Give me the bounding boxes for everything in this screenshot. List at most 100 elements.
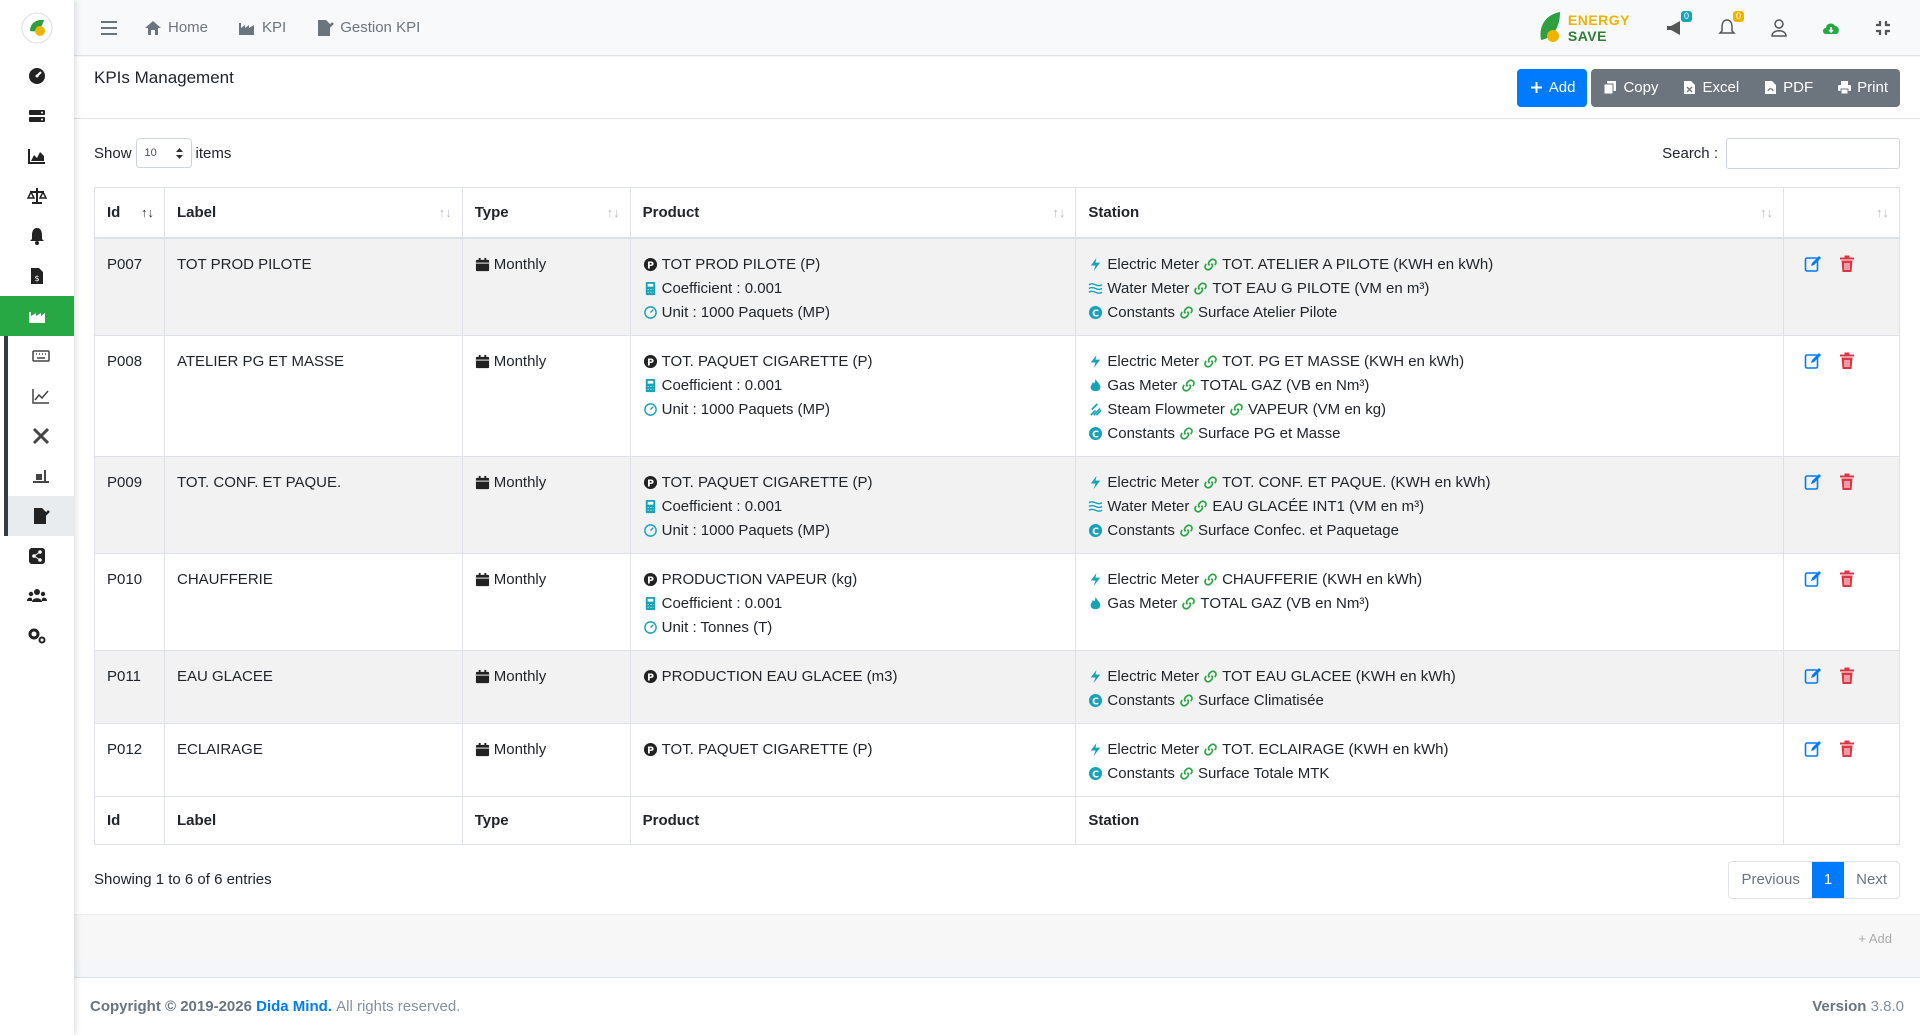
sidebar-subitem-gestion-kpi[interactable] [4,496,74,536]
sidebar-subitem-line-chart[interactable] [4,376,74,416]
sidebar-item-invoices[interactable]: $ [0,256,74,296]
nav-link-home[interactable]: Home [144,19,208,37]
edit-icon[interactable] [1804,352,1822,370]
tachometer-icon [643,403,657,416]
column-header-product[interactable]: Product ↑↓ [629,187,1077,239]
sidebar-item-alerts[interactable] [0,216,74,256]
fullscreen-button[interactable] [1872,17,1894,39]
cloud-download-icon [1823,23,1839,34]
sort-icon: ↑↓ [1876,205,1889,220]
cell-label: ATELIER PG ET MASSE [163,334,463,457]
company-link[interactable]: Dida Mind. [256,998,332,1015]
table-row: P011 EAU GLACEE Monthly P PRODUCTION EAU GLA… [94,649,1900,724]
cell-actions [1783,237,1900,336]
sidebar-item-users[interactable] [0,576,74,616]
trash-icon[interactable] [1838,352,1856,370]
constant-c-icon: C [1089,305,1103,319]
sidebar-item-kpi[interactable] [0,296,74,336]
trash-icon[interactable] [1838,667,1856,685]
sidebar-item-servers[interactable] [0,96,74,136]
balance-scale-icon [27,188,47,204]
trash-icon[interactable] [1838,570,1856,588]
pdf-button-label: PDF [1783,79,1814,96]
copyright-text: Copyright © 2019-2026 [90,998,252,1015]
nav-link-gestion-kpi[interactable]: Gestion KPI [316,19,420,37]
export-button-group: Copy Excel PDF Print [1591,68,1900,107]
version-label: Version [1812,998,1867,1015]
user-button[interactable] [1768,17,1790,39]
cell-label: ECLAIRAGE [163,722,463,797]
sidebar-item-balance[interactable] [0,176,74,216]
bolt-icon [1091,354,1101,369]
messages-badge: 0 [1681,10,1692,22]
cell-station: Electric Meter TOT. ATELIER A PILOTE (KWH… [1075,237,1784,336]
nav-link-kpi[interactable]: KPI [238,19,286,37]
messages-button[interactable]: 0 [1664,10,1692,39]
trash-icon[interactable] [1838,255,1856,273]
bolt-icon [1091,257,1101,272]
sort-icon: ↑↓ [1052,205,1066,220]
column-type-label: Type [474,203,509,221]
column-header-station[interactable]: Station ↑↓ [1075,187,1784,239]
edit-icon[interactable] [1804,255,1822,273]
link-icon [1204,476,1217,489]
sidebar-subitem-keyboard[interactable] [4,336,74,376]
edit-icon[interactable] [1804,473,1822,491]
user-icon [1771,18,1787,37]
footer-header-type: Type [461,795,631,845]
bolt-icon [1091,742,1101,757]
edit-icon[interactable] [1804,740,1822,758]
calendar-icon [475,742,489,757]
add-button[interactable]: Add [1516,68,1588,107]
edit-icon[interactable] [1804,570,1822,588]
nav-kpi-label: KPI [262,19,287,36]
link-icon [1182,597,1196,610]
cell-station: Electric Meter CHAUFFERIE (KWH en kWh) Gas… [1075,552,1784,651]
cell-type: Monthly [461,722,631,797]
column-header-label[interactable]: Label ↑↓ [163,187,463,239]
trash-icon[interactable] [1838,740,1856,758]
sidebar-item-area-chart[interactable] [0,136,74,176]
keyboard-icon [32,350,50,362]
cloud-download-button[interactable] [1820,17,1842,39]
pagination-page-1[interactable]: 1 [1811,861,1845,898]
product-coefficient: Coefficient : 0.001 [661,279,783,297]
station-value: TOT. CONF. ET PAQUE. (KWH en kWh) [1222,473,1491,491]
menu-toggle-button[interactable] [94,13,124,43]
svg-text:P: P [647,260,654,271]
card-footer-add-button[interactable]: + Add [1858,931,1892,946]
excel-button[interactable]: Excel [1670,69,1751,107]
station-kind: Constants [1107,764,1175,782]
app-logo[interactable] [0,0,74,56]
card-footer: + Add [74,914,1920,961]
cell-actions [1783,455,1900,554]
sidebar-subitem-truck-loading[interactable] [4,456,74,496]
station-kind: Constants [1107,303,1175,321]
trash-icon[interactable] [1838,473,1856,491]
column-header-id[interactable]: Id ↑↓ [94,187,165,239]
print-button[interactable]: Print [1825,69,1900,107]
sidebar-item-dashboard[interactable] [0,56,74,96]
type-value: Monthly [493,570,547,588]
link-icon [1204,670,1217,683]
station-value: TOTAL GAZ (VB en Nm³) [1200,376,1370,394]
notifications-button[interactable]: 0 [1716,10,1744,39]
page-length-select[interactable]: 10 [135,138,192,168]
print-button-label: Print [1857,79,1888,96]
column-header-type[interactable]: Type ↑↓ [461,187,631,239]
sidebar-subitem-tools[interactable] [4,416,74,456]
copy-button[interactable]: Copy [1591,69,1670,107]
pagination-previous[interactable]: Previous [1729,862,1811,898]
station-kind: Water Meter [1107,279,1190,297]
sidebar-item-settings[interactable] [0,616,74,656]
pdf-button[interactable]: PDF [1751,69,1825,107]
column-header-actions[interactable]: ↑↓ [1783,187,1900,239]
search-input[interactable] [1726,137,1900,169]
sidebar-item-share[interactable] [0,536,74,576]
edit-icon[interactable] [1804,667,1822,685]
product-coefficient: Coefficient : 0.001 [661,594,783,612]
svg-text:C: C [1092,526,1099,537]
brand-line-1: ENERGY [1567,11,1630,28]
brand-logo[interactable]: ENERGY SAVE [1538,10,1630,46]
pagination-next[interactable]: Next [1844,862,1899,898]
